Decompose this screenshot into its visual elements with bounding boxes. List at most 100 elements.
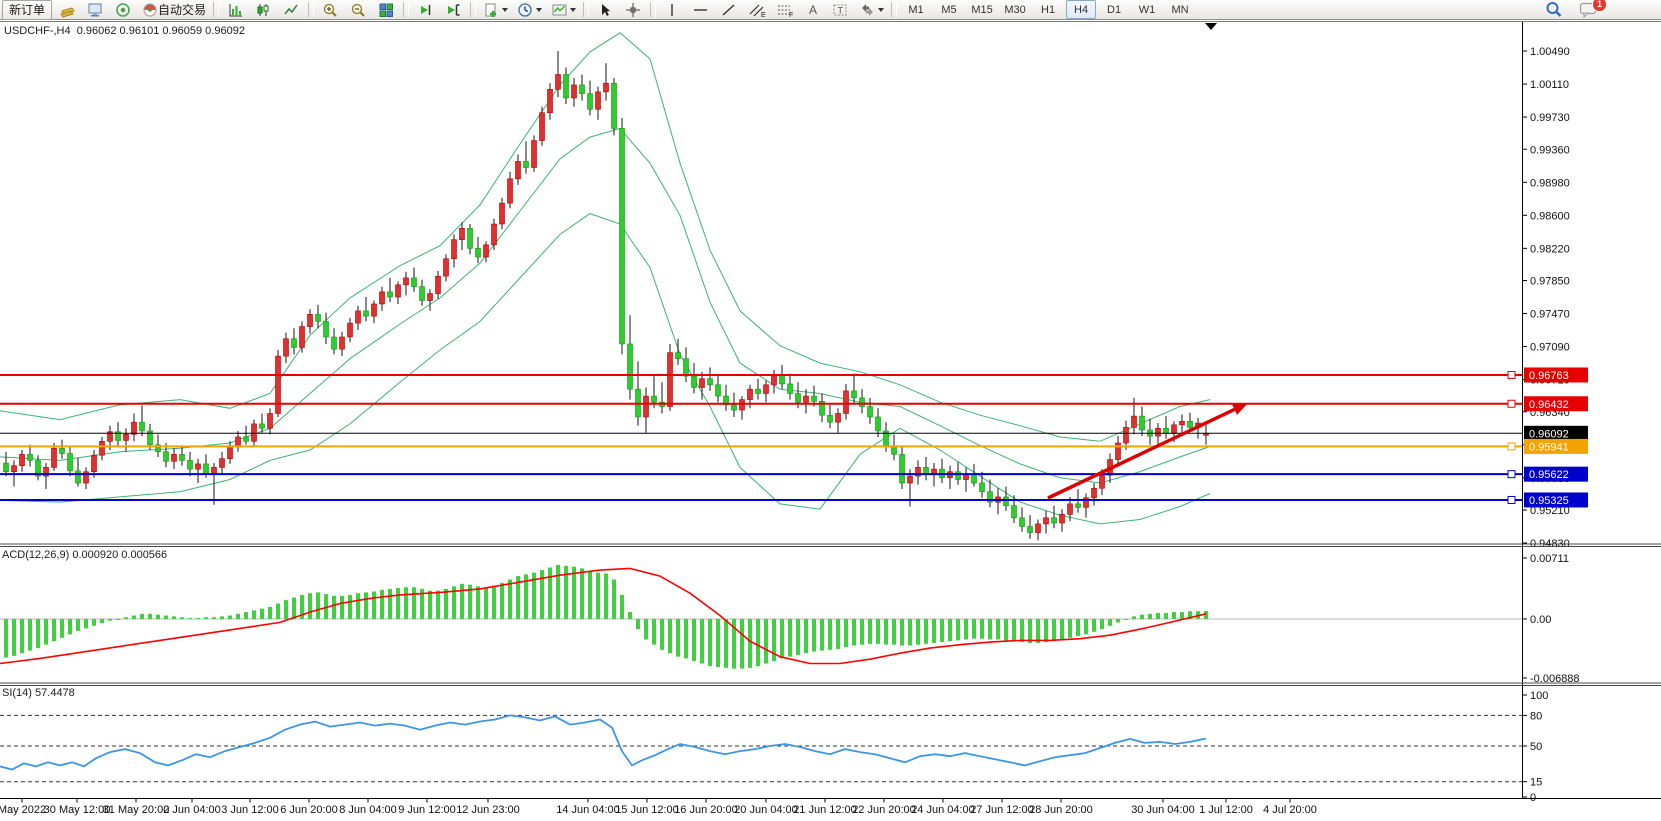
line-handle[interactable] (1508, 471, 1515, 478)
tab-timeframe-M5[interactable]: M5 (934, 0, 964, 19)
candle (908, 476, 913, 483)
chevron-down-icon[interactable] (878, 8, 884, 12)
macd-histogram-bar (604, 574, 608, 619)
price-tick-label: 0.97850 (1530, 276, 1570, 288)
zoom-out-button[interactable] (346, 0, 371, 20)
tab-timeframe-M15[interactable]: M15 (967, 0, 997, 19)
tab-timeframe-M30[interactable]: M30 (1000, 0, 1030, 19)
tab-timeframe-W1[interactable]: W1 (1132, 0, 1162, 19)
tab-timeframe-D1[interactable]: D1 (1099, 0, 1129, 19)
macd-histogram-bar (612, 580, 616, 619)
new-chart-button[interactable] (480, 0, 511, 20)
text-label-icon: T (832, 2, 849, 18)
notifications-button[interactable]: 1 (1576, 0, 1601, 20)
macd-histogram-bar (892, 619, 896, 645)
candle (1140, 416, 1145, 430)
macd-histogram-bar (108, 619, 112, 621)
macd-histogram-bar (1076, 619, 1080, 636)
candle (180, 454, 185, 460)
fibonacci-tool-button[interactable]: F (772, 0, 797, 20)
price-tick-label: 0.97470 (1530, 309, 1570, 321)
auto-trading-button[interactable]: 自动交易 (139, 0, 209, 20)
label-tool-button[interactable]: T (828, 0, 853, 20)
macd-histogram-bar (852, 619, 856, 646)
tab-timeframe-H1[interactable]: H1 (1033, 0, 1063, 19)
macd-histogram-bar (860, 619, 864, 645)
macd-histogram-bar (724, 619, 728, 668)
time-tick-label: 4 Jul 20:00 (1263, 804, 1317, 816)
macd-histogram-bar (708, 619, 712, 666)
chevron-down-icon[interactable] (570, 8, 576, 12)
macd-histogram-bar (676, 619, 680, 657)
candlestick-mode-button[interactable] (251, 0, 276, 20)
candle (236, 437, 241, 446)
macd-histogram-bar (380, 590, 384, 619)
time-tick-label: 6 Jun 20:00 (280, 804, 338, 816)
macd-histogram-bar (492, 586, 496, 619)
horizontal-line-tool-button[interactable] (688, 0, 713, 20)
terminal-button[interactable] (83, 0, 108, 20)
macd-histogram-bar (292, 598, 296, 619)
search-button[interactable] (1541, 0, 1566, 20)
cursor-icon (597, 2, 614, 18)
text-tool-button[interactable]: A (800, 0, 825, 20)
candle (356, 311, 361, 323)
tab-timeframe-MN[interactable]: MN (1165, 0, 1195, 19)
macd-histogram-bar (52, 619, 56, 641)
macd-histogram-bar (92, 619, 96, 626)
chart-area[interactable]: 1.004901.001100.997300.993600.989800.986… (0, 0, 1661, 821)
tile-windows-button[interactable] (374, 0, 399, 20)
macd-histogram-bar (780, 619, 784, 658)
auto-scroll-button[interactable] (413, 0, 438, 20)
price-tick-label: 1.00110 (1530, 79, 1569, 91)
signals-button[interactable] (111, 0, 136, 20)
tab-timeframe-H4[interactable]: H4 (1066, 0, 1096, 19)
template-button[interactable] (548, 0, 579, 20)
line-handle[interactable] (1508, 496, 1515, 503)
candle (780, 375, 785, 384)
chevron-down-icon[interactable] (502, 8, 508, 12)
market-watch-button[interactable] (55, 0, 80, 20)
price-tag-label: 0.95325 (1529, 495, 1569, 507)
period-button[interactable] (514, 0, 545, 20)
vertical-line-tool-button[interactable] (660, 0, 685, 20)
time-tick-label: 22 Jun 20:00 (852, 804, 916, 816)
macd-histogram-bar (140, 614, 144, 619)
candle (388, 292, 393, 297)
candle (300, 327, 305, 348)
trendline-tool-button[interactable] (716, 0, 741, 20)
macd-tick-label: 0.00711 (1530, 553, 1569, 565)
macd-histogram-bar (1100, 619, 1104, 629)
candle (1172, 425, 1177, 434)
chart-shift-button[interactable] (441, 0, 466, 20)
macd-histogram-bar (644, 619, 648, 640)
tile-windows-icon (378, 2, 395, 18)
candle (140, 422, 145, 431)
channel-tool-button[interactable]: E (744, 0, 769, 20)
macd-histogram-bar (548, 568, 552, 619)
cursor-tool-button[interactable] (593, 0, 618, 20)
crosshair-tool-button[interactable] (621, 0, 646, 20)
chevron-down-icon[interactable] (536, 8, 542, 12)
line-chart-mode-button[interactable] (279, 0, 304, 20)
chart-shift-marker[interactable] (1205, 23, 1217, 30)
candle (844, 391, 849, 414)
line-handle[interactable] (1508, 443, 1515, 450)
bar-chart-mode-button[interactable] (223, 0, 248, 20)
trend-arrow-head[interactable] (1232, 403, 1248, 415)
price-tick-label: 1.00490 (1530, 46, 1570, 58)
line-handle[interactable] (1508, 400, 1515, 407)
macd-histogram-bar (1020, 619, 1024, 642)
macd-histogram-bar (628, 612, 632, 619)
toolbar-separator (650, 2, 656, 17)
zoom-in-button[interactable] (318, 0, 343, 20)
equidistant-channel-icon: E (748, 2, 766, 18)
arrows-tool-button[interactable] (856, 0, 887, 20)
macd-histogram-bar (1052, 619, 1056, 641)
toolbar-separator (403, 2, 409, 17)
new-order-button[interactable]: 新订单 (2, 0, 52, 20)
candle (524, 161, 529, 167)
tab-timeframe-M1[interactable]: M1 (901, 0, 931, 19)
candle (412, 278, 417, 287)
line-handle[interactable] (1508, 371, 1515, 378)
